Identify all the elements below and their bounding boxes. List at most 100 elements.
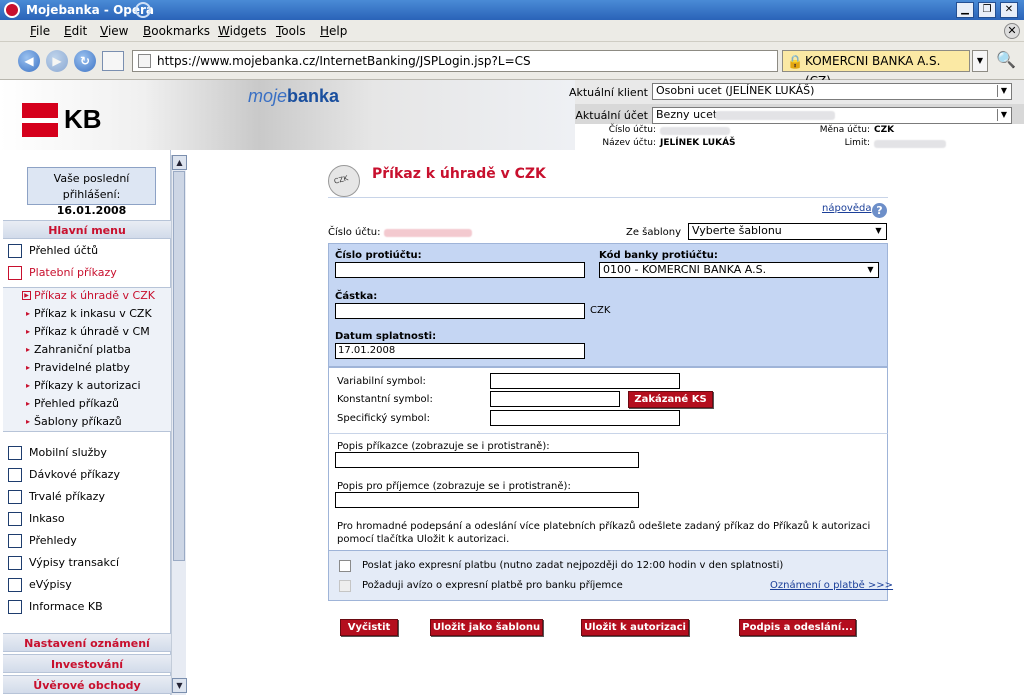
menu-tools[interactable]: Tools (276, 24, 306, 38)
opera-logo-icon (4, 2, 20, 18)
reload-icon[interactable]: ↻ (74, 50, 96, 72)
chart-icon (8, 244, 22, 258)
notify-link[interactable]: Oznámení o platbě >>> (770, 580, 893, 591)
main-menu-header[interactable]: Hlavní menu (3, 220, 171, 239)
sidebar-sub-transfer-cm[interactable]: Příkaz k úhradě v CM (3, 323, 171, 341)
sidebar-section-notifications[interactable]: Nastavení oznámení (3, 633, 171, 652)
template-select[interactable]: Vyberte šablonu ▼ (688, 223, 887, 240)
page-title: Příkaz k úhradě v CZK (372, 166, 546, 182)
amount-input[interactable] (335, 303, 585, 319)
statement-icon (8, 556, 22, 570)
menu-bookmarks[interactable]: Bookmarks (143, 24, 210, 38)
sidebar-item-mobile[interactable]: Mobilní služby (3, 442, 171, 464)
bank-code-label: Kód banky protiúčtu: (599, 250, 718, 261)
sidebar-sub-regular[interactable]: Pravidelné platby (3, 359, 171, 377)
menu-help[interactable]: Help (320, 24, 347, 38)
close-tab-icon[interactable]: ✕ (1004, 23, 1020, 39)
sidebar-sub-authorization[interactable]: Příkazy k autorizaci (3, 377, 171, 395)
logo-part-b: banka (287, 86, 340, 106)
menu-widgets[interactable]: Widgets (218, 24, 267, 38)
client-value: Osobni ucet (JELÍNEK LUKÁŠ) (656, 84, 815, 97)
sidebar-item-info[interactable]: Informace KB (3, 596, 171, 618)
save-template-button[interactable]: Uložit jako šablonu (430, 619, 543, 636)
help-icon[interactable]: ? (872, 203, 887, 218)
forward-icon[interactable]: ▶ (46, 50, 68, 72)
sidebar-section-investing[interactable]: Investování (3, 654, 171, 673)
client-label: Aktuální klient (568, 86, 648, 99)
clear-button[interactable]: Vyčistit (340, 619, 398, 636)
sidebar-sub-templates[interactable]: Šablony příkazů (3, 413, 171, 431)
menu-view[interactable]: View (100, 24, 128, 38)
counter-account-input[interactable] (335, 262, 585, 278)
sidebar-scrollbar[interactable]: ▲ ▼ (171, 155, 187, 695)
help-link[interactable]: nápověda (822, 203, 871, 214)
amount-label: Částka: (335, 291, 378, 302)
report-icon (8, 534, 22, 548)
account-select[interactable]: Bezny ucet ▼ (652, 107, 1012, 124)
menu-edit[interactable]: Edit (64, 24, 87, 38)
address-input[interactable]: https://www.mojebanka.cz/InternetBanking… (132, 50, 778, 72)
security-badge[interactable]: 🔒 KOMERCNI BANKA A.S. (CZ) (782, 50, 970, 88)
sidebar-sub-overview[interactable]: Přehled příkazů (3, 395, 171, 413)
advice-checkbox[interactable] (339, 580, 351, 592)
redacted-account-no (660, 127, 730, 135)
account-name-value: JELÍNEK LUKÁŠ (660, 138, 736, 148)
payment-icon (8, 266, 22, 280)
sidebar-sub-transfer-czk[interactable]: Příkaz k úhradě v CZK (34, 287, 155, 305)
payer-desc-label: Popis příkazce (zobrazuje se i protistra… (337, 441, 550, 452)
template-label: Ze šablony (626, 227, 682, 238)
sidebar-item-estatements[interactable]: eVýpisy (3, 574, 171, 596)
search-icon[interactable]: 🔍 (996, 50, 1016, 72)
vs-input[interactable] (490, 373, 680, 389)
sidebar-item-batch[interactable]: Dávkové příkazy (3, 464, 171, 486)
scroll-up-icon[interactable]: ▲ (172, 155, 187, 170)
sidebar-item-payments[interactable]: Platební příkazy (3, 262, 171, 284)
client-select[interactable]: Osobni ucet (JELÍNEK LUKÁŠ) ▼ (652, 83, 1012, 100)
payee-desc-label: Popis pro příjemce (zobrazuje se i proti… (337, 481, 571, 492)
payee-desc-input[interactable] (335, 492, 639, 508)
sidebar-item-label: Trvalé příkazy (29, 490, 105, 503)
forbidden-ks-button[interactable]: Zakázané KS (628, 391, 713, 408)
ss-input[interactable] (490, 410, 680, 426)
due-date-input[interactable]: 17.01.2008 (335, 343, 585, 359)
sidebar-sub-foreign[interactable]: Zahraniční platba (3, 341, 171, 359)
arrow-right-icon: ▶ (22, 291, 31, 300)
express-checkbox[interactable] (339, 560, 351, 572)
batch-icon (8, 468, 22, 482)
template-value: Vyberte šablonu (692, 224, 782, 237)
account-no-label: Číslo účtu: (328, 227, 381, 238)
page-info-icon[interactable] (102, 51, 124, 71)
payer-desc-input[interactable] (335, 452, 639, 468)
address-dropdown-icon[interactable]: ▼ (972, 50, 988, 72)
last-login-label: Vaše poslední přihlášení: (53, 172, 130, 201)
back-icon[interactable]: ◀ (18, 50, 40, 72)
sidebar-item-collection[interactable]: Inkaso (3, 508, 171, 530)
account-value: Bezny ucet (656, 108, 718, 121)
sidebar-item-reports[interactable]: Přehledy (3, 530, 171, 552)
minimize-button[interactable]: ▁ (956, 2, 974, 18)
sidebar-item-standing[interactable]: Trvalé příkazy (3, 486, 171, 508)
maximize-button[interactable]: ❐ (978, 2, 996, 18)
currency-text: CZK (590, 305, 611, 316)
save-authorization-button[interactable]: Uložit k autorizaci (581, 619, 689, 636)
chevron-down-icon: ▼ (997, 85, 1010, 97)
sign-send-button[interactable]: Podpis a odeslání... (739, 619, 856, 636)
sidebar-item-accounts[interactable]: Přehled účtů (3, 240, 171, 262)
sidebar-sub-collection-czk[interactable]: Příkaz k inkasu v CZK (3, 305, 171, 323)
menu-file[interactable]: File (30, 24, 50, 38)
bank-code-select[interactable]: 0100 - KOMERCNI BANKA A.S. ▼ (599, 262, 879, 278)
vs-label: Variabilní symbol: (337, 376, 426, 387)
logo-part-a: moje (248, 86, 288, 106)
sidebar-item-label: Informace KB (29, 600, 103, 613)
ks-label: Konstantní symbol: (337, 394, 433, 405)
close-button[interactable]: ✕ (1000, 2, 1018, 18)
scroll-thumb[interactable] (173, 171, 185, 561)
page-icon (138, 54, 151, 68)
sidebar-item-statements[interactable]: Výpisy transakcí (3, 552, 171, 574)
sidebar-item-label: Přehledy (29, 534, 77, 547)
currency-label: Měna účtu: (819, 125, 870, 135)
chevron-down-icon: ▼ (997, 109, 1010, 121)
scroll-down-icon[interactable]: ▼ (172, 678, 187, 693)
sidebar-section-credit[interactable]: Úvěrové obchody (3, 675, 171, 694)
ks-input[interactable] (490, 391, 620, 407)
